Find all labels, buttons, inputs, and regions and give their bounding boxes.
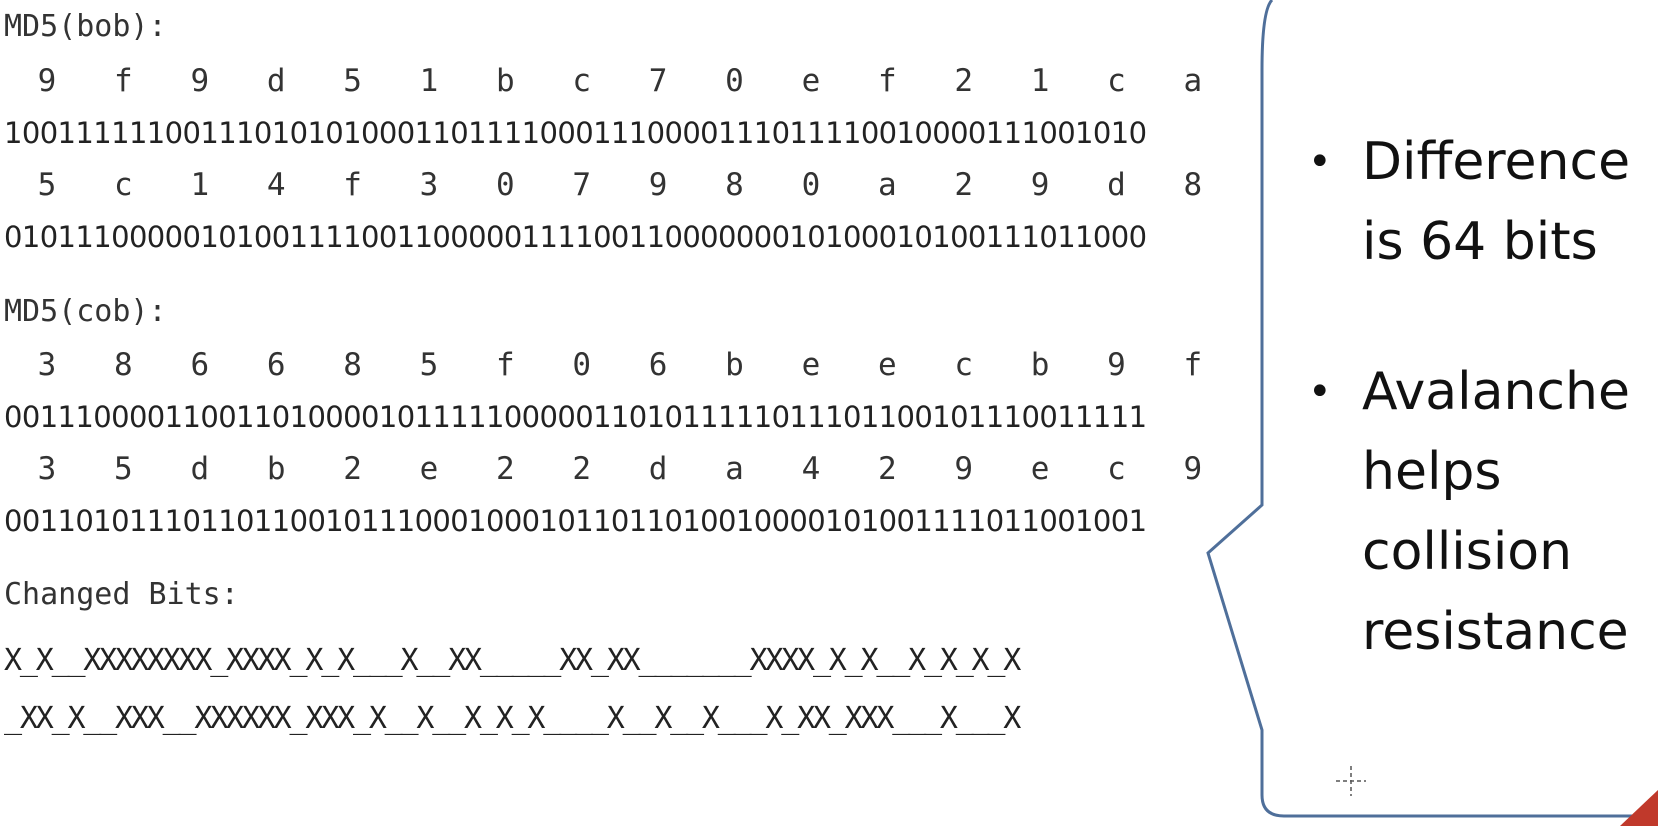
callout-bullet-1: Difference is 64 bits: [1300, 122, 1658, 282]
crosshair-cursor-icon: [1336, 766, 1366, 796]
callout-bullet-2: Avalanche helps collision resistance: [1300, 352, 1658, 672]
callout-bullet-list: Difference is 64 bits Avalanche helps co…: [1300, 122, 1658, 672]
corner-accent-icon: [1620, 790, 1658, 826]
